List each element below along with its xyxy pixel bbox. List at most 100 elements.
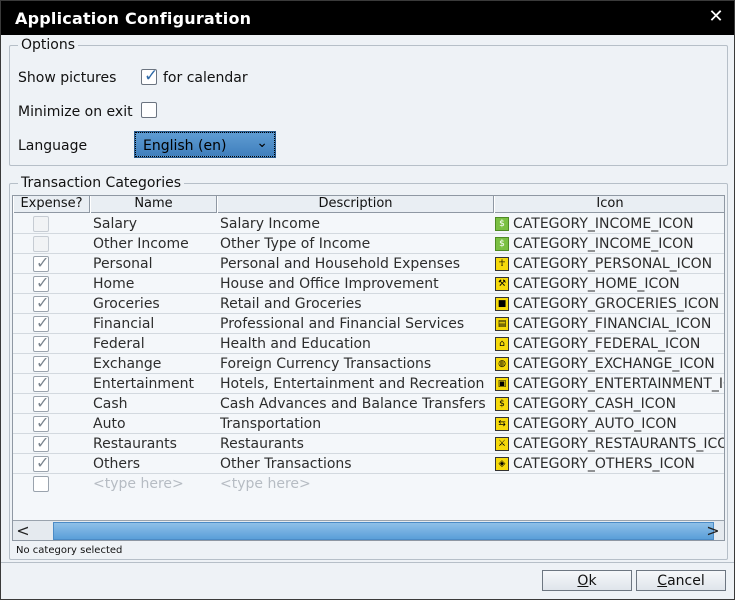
category-icon-cell[interactable]: $ CATEGORY_INCOME_ICON [495,214,724,234]
new-entry-row[interactable]: <type here> <type here> [13,474,724,494]
expense-checkbox[interactable]: ✓ [33,253,49,272]
category-name[interactable]: Home [93,274,215,294]
expense-checkbox[interactable] [33,216,49,232]
category-description[interactable]: House and Office Improvement [220,274,492,294]
expense-checkbox[interactable]: ✓ [33,293,49,312]
category-name[interactable]: Groceries [93,294,215,314]
category-icon: $ [495,397,509,411]
table-row[interactable]: ✓ Groceries Retail and Groceries ■ CATEGORY_… [13,293,724,314]
category-description[interactable]: Cash Advances and Balance Transfers [220,394,492,414]
category-name[interactable]: Personal [93,254,215,274]
table-row[interactable]: ✓ Financial Professional and Financial Ser… [13,313,724,334]
category-description[interactable]: Retail and Groceries [220,294,492,314]
table-row[interactable]: ✓ Exchange Foreign Currency Transactions ◍ C… [13,353,724,374]
table-row[interactable]: Other Income Other Type of Income $ CATEGOR… [13,234,724,254]
category-icon: ☥ [495,257,509,271]
minimize-label: Minimize on exit [18,104,133,120]
category-icon: ◈ [495,457,509,471]
category-icon: ⚒ [495,277,509,291]
expense-checkbox[interactable]: ✓ [33,353,49,372]
expense-checkbox[interactable]: ✓ [33,333,49,352]
category-icon-cell[interactable]: ◍ CATEGORY_EXCHANGE_ICON [495,354,724,374]
table-row[interactable]: ✓ Auto Transportation ⇆ CATEGORY_AUTO_ICON [13,413,724,434]
category-description[interactable]: Personal and Household Expenses [220,254,492,274]
category-icon-cell[interactable]: ▤ CATEGORY_FINANCIAL_ICON [495,314,724,334]
category-icon-cell[interactable]: ▣ CATEGORY_ENTERTAINMENT_IC [495,374,724,394]
category-description[interactable]: Salary Income [220,214,492,234]
close-icon[interactable]: ✕ [706,7,726,27]
cancel-button[interactable]: Cancel [636,570,726,591]
ok-button[interactable]: Ok [542,570,632,591]
expense-checkbox[interactable]: ✓ [33,453,49,472]
category-description[interactable]: Professional and Financial Services [220,314,492,334]
table-row[interactable]: ✓ Federal Health and Education ⌂ CATEGORY_FE… [13,333,724,354]
expense-checkbox[interactable]: ✓ [33,373,49,392]
category-icon-cell[interactable]: $ CATEGORY_INCOME_ICON [495,234,724,254]
expense-checkbox[interactable]: ✓ [33,413,49,432]
options-legend: Options [18,37,79,53]
category-name[interactable]: Cash [93,394,215,414]
category-icon-cell[interactable]: ⇆ CATEGORY_AUTO_ICON [495,414,724,434]
category-description[interactable]: Transportation [220,414,492,434]
category-icon-name: CATEGORY_FEDERAL_ICON [513,336,701,352]
category-description[interactable]: Restaurants [220,434,492,454]
column-header-icon[interactable]: Icon [494,196,724,213]
table-row[interactable]: ✓ Personal Personal and Household Expenses… [13,253,724,274]
category-description[interactable]: Health and Education [220,334,492,354]
expense-checkbox[interactable]: ✓ [33,393,49,412]
category-icon-cell[interactable]: ☥ CATEGORY_PERSONAL_ICON [495,254,724,274]
table-row[interactable]: ✓ Restaurants Restaurants ⚔ CATEGORY_RESTAUR… [13,433,724,454]
category-icon-cell[interactable]: ⚔ CATEGORY_RESTAURANTS_ICON [495,434,724,454]
language-select[interactable]: English (en) ⌄ [134,131,276,158]
scroll-thumb[interactable] [53,522,714,540]
category-name[interactable]: Salary [93,214,215,234]
category-icon: ⚔ [495,437,509,451]
expense-checkbox[interactable]: ✓ [33,433,49,452]
category-description[interactable]: Foreign Currency Transactions [220,354,492,374]
category-icon-cell[interactable]: ⌂ CATEGORY_FEDERAL_ICON [495,334,724,354]
table-row[interactable]: ✓ Cash Cash Advances and Balance Transfers… [13,393,724,414]
title-bar: Application Configuration ✕ [1,1,734,35]
column-header-name[interactable]: Name [90,196,217,213]
category-icon-name: CATEGORY_AUTO_ICON [513,416,677,432]
new-description-placeholder[interactable]: <type here> [220,474,311,494]
category-name[interactable]: Restaurants [93,434,215,454]
table-header: Expense? Name Description Icon [13,196,724,213]
expense-checkbox[interactable] [33,476,49,492]
category-name[interactable]: Federal [93,334,215,354]
category-icon-name: CATEGORY_FINANCIAL_ICON [513,316,712,332]
category-name[interactable]: Entertainment [93,374,215,394]
horizontal-scrollbar[interactable]: < > [13,520,724,540]
category-name[interactable]: Exchange [93,354,215,374]
category-icon-cell[interactable]: $ CATEGORY_CASH_ICON [495,394,724,414]
category-name[interactable]: Auto [93,414,215,434]
category-description[interactable]: Hotels, Entertainment and Recreation [220,374,492,394]
chevron-down-icon: ⌄ [256,135,268,151]
scroll-right-icon[interactable]: > [703,522,723,540]
category-description[interactable]: Other Transactions [220,454,492,474]
category-icon-name: CATEGORY_EXCHANGE_ICON [513,356,715,372]
table-row[interactable]: ✓ Home House and Office Improvement ⚒ CATEGO… [13,273,724,294]
table-row[interactable]: Salary Salary Income $ CATEGORY_INCOME_ICON [13,214,724,234]
column-header-description[interactable]: Description [217,196,494,213]
expense-checkbox[interactable]: ✓ [33,273,49,292]
column-header-expense[interactable]: Expense? [13,196,90,213]
expense-checkbox[interactable]: ✓ [33,313,49,332]
scroll-left-icon[interactable]: < [13,522,33,540]
language-label: Language [18,138,88,154]
category-name[interactable]: Others [93,454,215,474]
category-description[interactable]: Other Type of Income [220,234,492,254]
category-name[interactable]: Financial [93,314,215,334]
show-pictures-checkbox[interactable]: ✓ [141,66,158,86]
new-name-placeholder[interactable]: <type here> [93,474,184,494]
minimize-checkbox[interactable] [141,102,157,118]
category-name[interactable]: Other Income [93,234,215,254]
table-row[interactable]: ✓ Entertainment Hotels, Entertainment and … [13,373,724,394]
table-row[interactable]: ✓ Others Other Transactions ◈ CATEGORY_OTHER… [13,453,724,474]
status-text: No category selected [16,545,123,556]
category-icon-cell[interactable]: ⚒ CATEGORY_HOME_ICON [495,274,724,294]
expense-checkbox[interactable] [33,236,49,252]
category-icon-cell[interactable]: ■ CATEGORY_GROCERIES_ICON [495,294,724,314]
category-icon-name: CATEGORY_PERSONAL_ICON [513,256,713,272]
category-icon-cell[interactable]: ◈ CATEGORY_OTHERS_ICON [495,454,724,474]
